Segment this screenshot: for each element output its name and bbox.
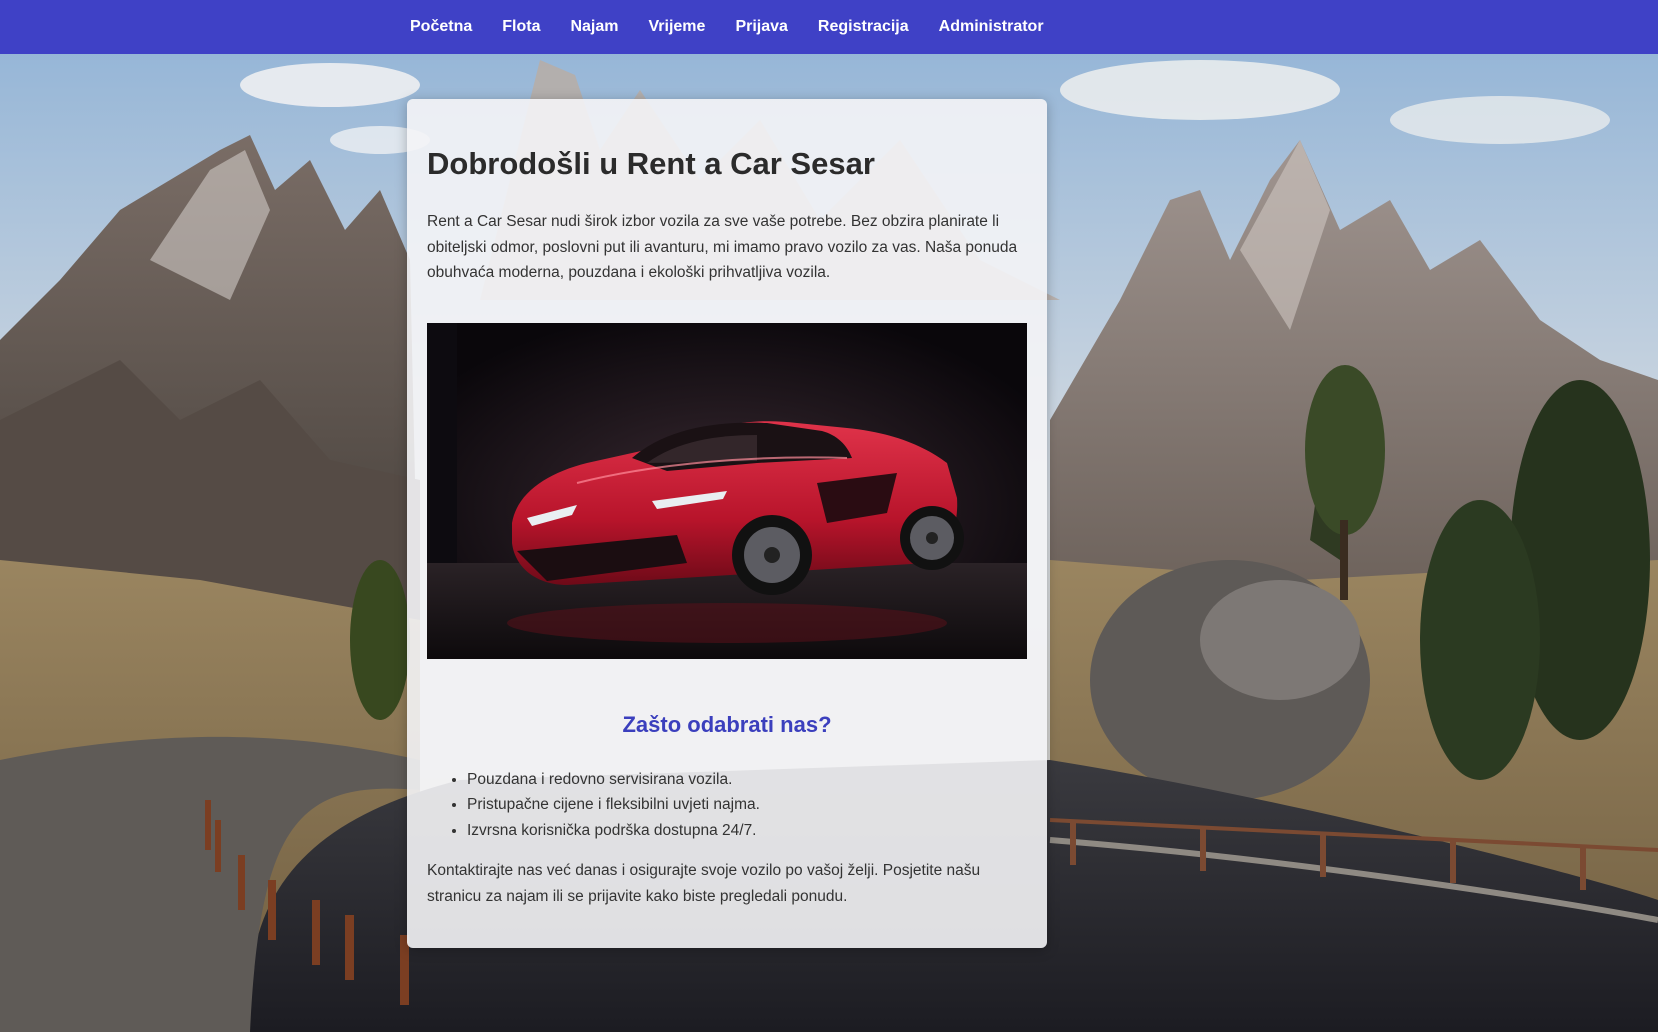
welcome-card: Dobrodošli u Rent a Car Sesar Rent a Car…	[407, 99, 1047, 948]
nav-item-najam[interactable]: Najam	[555, 0, 633, 54]
nav-item-prijava[interactable]: Prijava	[720, 0, 802, 54]
nav-item-pocetna[interactable]: Početna	[410, 0, 487, 54]
reason-item: Pristupačne cijene i fleksibilni uvjeti …	[467, 792, 1027, 818]
nav-item-vrijeme[interactable]: Vrijeme	[634, 0, 721, 54]
page-title: Dobrodošli u Rent a Car Sesar	[427, 146, 875, 181]
red-sports-car-image	[427, 322, 1027, 659]
nav-item-registracija[interactable]: Registracija	[803, 0, 924, 54]
reason-item: Izvrsna korisnička podrška dostupna 24/7…	[467, 818, 1027, 844]
nav-menu: Početna Flota Najam Vrijeme Prijava Regi…	[410, 0, 1059, 54]
why-choose-us-heading: Zašto odabrati nas?	[622, 711, 832, 737]
reasons-list: Pouzdana i redovno servisirana vozila. P…	[427, 767, 1027, 844]
outro-paragraph: Kontaktirajte nas već danas i osigurajte…	[427, 862, 981, 905]
reason-item: Pouzdana i redovno servisirana vozila.	[467, 767, 1027, 793]
intro-paragraph: Rent a Car Sesar nudi širok izbor vozila…	[427, 213, 1018, 281]
top-navigation: Početna Flota Najam Vrijeme Prijava Regi…	[0, 0, 1658, 54]
nav-item-administrator[interactable]: Administrator	[924, 0, 1059, 54]
nav-item-flota[interactable]: Flota	[487, 0, 555, 54]
